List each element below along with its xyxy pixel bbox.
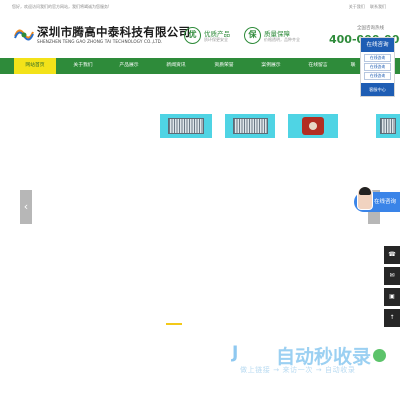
- search-icon: [373, 349, 386, 362]
- fan-grille-icon: [167, 118, 205, 134]
- nav-item-about[interactable]: 关于我们: [62, 58, 104, 74]
- service-center-label[interactable]: 客服中心: [361, 83, 394, 96]
- nav-item-honors[interactable]: 资质荣誉: [203, 58, 245, 74]
- product-image[interactable]: [376, 114, 400, 138]
- nav-item-news[interactable]: 新闻资讯: [155, 58, 197, 74]
- page: 您好，欢迎访问我们的官方网站，我们将竭诚为您服务! 关于我们 联系我们 深圳市腾…: [0, 0, 400, 400]
- top-link-about[interactable]: 关于我们: [349, 4, 365, 9]
- watermark-logo: J: [232, 343, 238, 363]
- slider-indicator[interactable]: [166, 323, 182, 325]
- guarantee-badge-icon: 保: [244, 27, 261, 44]
- phone-icon[interactable]: ☎: [384, 246, 400, 264]
- agent-avatar: [357, 186, 373, 210]
- qq-button[interactable]: 在线咨询: [364, 72, 391, 80]
- brand-name-en: SHENZHEN TENG GAO ZHONG TAI TECHNOLOGY C…: [37, 39, 163, 44]
- chat-label: 在线咨询: [374, 199, 397, 205]
- nav-item-home[interactable]: 网站首页: [14, 58, 56, 74]
- top-link-contact[interactable]: 联系我们: [370, 4, 386, 9]
- watermark-subtitle: 做上链接 → 来访一次 → 自动收录: [240, 366, 356, 374]
- watermark: J 自动秒收录 做上链接 → 来访一次 → 自动收录: [226, 341, 396, 381]
- welcome-text: 您好，欢迎访问我们的官方网站，我们将竭诚为您服务!: [12, 4, 110, 9]
- qrcode-icon[interactable]: ▣: [384, 288, 400, 306]
- product-image[interactable]: [225, 114, 275, 138]
- qq-button[interactable]: 在线咨询: [364, 54, 391, 62]
- hotline-label: 全国咨询热线: [357, 26, 384, 31]
- detector-device-icon: [302, 117, 324, 135]
- quality-badge-icon: 优: [184, 27, 201, 44]
- company-logo-icon[interactable]: [13, 24, 35, 46]
- feature-desc: 价格透明，品种齐全: [264, 37, 300, 42]
- top-bar: 您好，欢迎访问我们的官方网站，我们将竭诚为您服务! 关于我们 联系我们: [0, 0, 400, 11]
- product-image[interactable]: [160, 114, 212, 138]
- online-chat-button[interactable]: 在线咨询: [354, 186, 400, 212]
- header: 深圳市腾高中泰科技有限公司 SHENZHEN TENG GAO ZHONG TA…: [0, 11, 400, 59]
- service-panel-title: 在线咨询: [361, 38, 394, 52]
- online-service-panel: 在线咨询 在线咨询 在线咨询 在线咨询 客服中心: [360, 37, 395, 97]
- nav-item-products[interactable]: 产品展示: [108, 58, 150, 74]
- nav-item-contact[interactable]: 联: [345, 58, 361, 74]
- main-nav: 网站首页 关于我们 产品展示 新闻资讯 资质荣誉 案例展示 在线留言 联: [0, 58, 400, 74]
- slider-prev-button[interactable]: ‹: [20, 190, 32, 224]
- back-to-top-icon[interactable]: ↑: [384, 309, 400, 327]
- nav-item-message[interactable]: 在线留言: [297, 58, 339, 74]
- qq-button[interactable]: 在线咨询: [364, 63, 391, 71]
- brand-name: 深圳市腾高中泰科技有限公司: [37, 25, 191, 39]
- chat-icon[interactable]: ✉: [384, 267, 400, 285]
- top-links: 关于我们 联系我们: [345, 4, 386, 10]
- side-toolbar: ☎ ✉ ▣ ↑: [384, 246, 400, 328]
- product-image[interactable]: [288, 114, 338, 138]
- feature-desc: 质环保更安全: [204, 37, 228, 42]
- fan-grille-icon: [379, 118, 397, 134]
- fan-grille-icon: [232, 118, 268, 134]
- nav-item-cases[interactable]: 案例展示: [250, 58, 292, 74]
- banner-slider: [0, 74, 400, 346]
